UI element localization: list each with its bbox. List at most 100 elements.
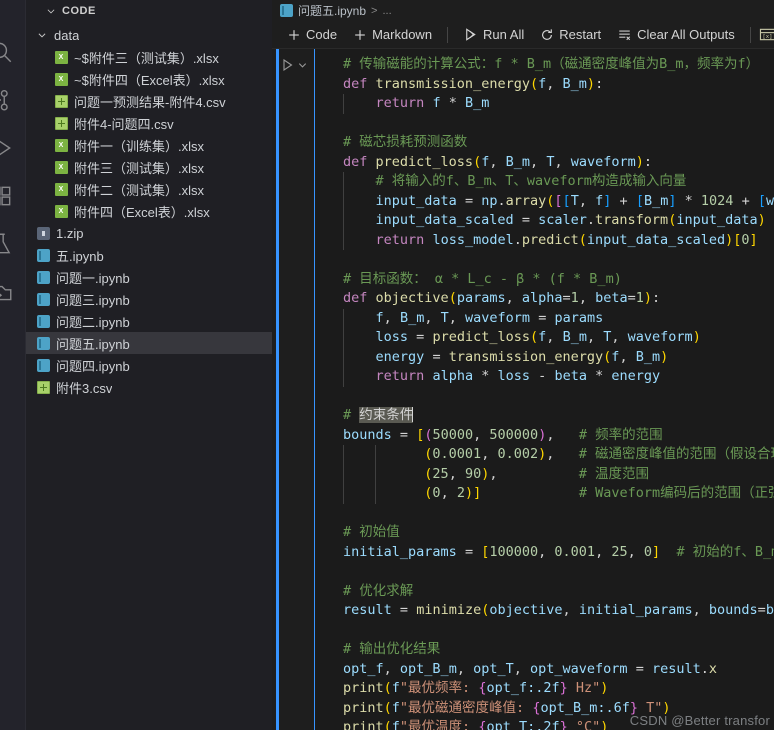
code-line: # 目标函数： α * L_c - β * (f * B_m): [343, 270, 622, 287]
nb-file-icon: [36, 314, 50, 328]
code-line: # 初始值: [343, 524, 400, 541]
tree-file-item[interactable]: 问题五.ipynb: [26, 332, 272, 354]
run-all-label: Run All: [483, 27, 525, 43]
code-line: print(f"最优频率: {opt_f:.2f} Hz"): [343, 680, 609, 697]
variables-icon[interactable]: [x]: [759, 24, 774, 46]
testing-icon[interactable]: [0, 220, 26, 268]
extensions-icon[interactable]: [0, 172, 26, 220]
restart-button[interactable]: Restart: [533, 24, 608, 45]
code-line: bounds = [(50000, 500000), # 频率的范围: [343, 426, 663, 443]
tree-file-item[interactable]: 问题一.ipynb: [26, 266, 272, 288]
cell-editor[interactable]: # 传输磁能的计算公式：f * B_m（磁通密度峰值为B_m，频率为f）def …: [314, 49, 774, 730]
plus-icon: [355, 29, 365, 40]
tree-file-item[interactable]: 五.ipynb: [26, 244, 272, 266]
nb-file-icon: [36, 248, 50, 262]
tree-file-item[interactable]: 问题三.ipynb: [26, 288, 272, 310]
clear-all-outputs-button[interactable]: Clear All Outputs: [610, 24, 742, 45]
toolbar-divider: [749, 26, 751, 43]
breadcrumb[interactable]: 问题五.ipynb > ...: [272, 0, 774, 22]
toolbar-divider: [447, 26, 449, 43]
activity-bar: [0, 0, 26, 730]
xlsx-file-icon: X: [54, 50, 68, 64]
add-code-cell-label: Code: [306, 27, 338, 43]
chevron-down-icon[interactable]: [297, 57, 308, 73]
add-markdown-cell-button[interactable]: Markdown: [346, 24, 439, 45]
tree-file-label: 附件四（Excel表）.xlsx: [74, 204, 210, 220]
tree-file-label: 问题一.ipynb: [56, 270, 130, 286]
tree-file-label: 问题二.ipynb: [56, 314, 130, 330]
run-all-icon: [466, 28, 476, 41]
tree-file-label: 问题一预测结果-附件4.csv: [74, 94, 226, 110]
code-line: input_data = np.array([[T, f] + [B_m] * …: [315, 191, 774, 212]
tree-folder-data[interactable]: data: [26, 24, 272, 46]
tree-file-item[interactable]: X 附件三（测试集）.xlsx: [26, 156, 272, 178]
tree-file-item[interactable]: X 附件四（Excel表）.xlsx: [26, 200, 272, 222]
code-line: energy = transmission_energy(f, B_m): [315, 347, 774, 368]
tree-file-label: 问题四.ipynb: [56, 358, 130, 374]
tree-file-item[interactable]: X 附件二（测试集）.xlsx: [26, 178, 272, 200]
tree-file-item[interactable]: X ~$附件三（测试集）.xlsx: [26, 46, 272, 68]
code-line: return f * B_m: [315, 94, 774, 114]
clear-all-outputs-label: Clear All Outputs: [637, 27, 735, 43]
tree-folder-label: data: [54, 27, 80, 43]
xlsx-file-icon: X: [54, 160, 68, 174]
tree-file-item[interactable]: 问题四.ipynb: [26, 354, 272, 376]
code-content[interactable]: # 传输磁能的计算公式：f * B_m（磁通密度峰值为B_m，频率为f）def …: [315, 49, 774, 730]
nb-file-icon: [36, 358, 50, 372]
svg-text:[x]: [x]: [762, 34, 772, 40]
explorer-section-header[interactable]: CODE: [26, 0, 272, 22]
xlsx-file-icon: X: [54, 138, 68, 152]
code-line: # 优化求解: [343, 582, 414, 599]
vscode-window: CODE data X ~$附件三（测试集）.xlsx X ~$附件四（Excel表）…: [0, 0, 774, 730]
code-line: opt_f, opt_B_m, opt_T, opt_waveform = re…: [343, 660, 718, 677]
tree-file-label: 附件3.csv: [56, 380, 113, 396]
code-line: def objective(params, alpha=1, beta=1):: [343, 290, 661, 307]
notebook-icon: [280, 4, 293, 18]
code-line: (25, 90), # 温度范围: [315, 464, 774, 485]
tree-file-item[interactable]: 1.zip: [26, 222, 272, 244]
add-code-cell-button[interactable]: Code: [280, 24, 344, 45]
code-line: # 磁芯损耗预测函数: [343, 134, 468, 151]
tree-file-item[interactable]: 问题一预测结果-附件4.csv: [26, 90, 272, 112]
code-line: def transmission_energy(f, B_m):: [343, 75, 604, 92]
tree-file-item[interactable]: 附件3.csv: [26, 376, 272, 398]
tree-file-label: ~$附件三（测试集）.xlsx: [74, 50, 219, 66]
remote-explorer-icon[interactable]: [0, 268, 26, 316]
run-and-debug-icon[interactable]: [0, 124, 26, 172]
explorer-sidebar: CODE data X ~$附件三（测试集）.xlsx X ~$附件四（Excel表）…: [26, 0, 272, 730]
code-line: (0.0001, 0.002), # 磁通密度峰值的范围（假设合理: [315, 445, 774, 465]
source-control-icon[interactable]: [0, 76, 26, 124]
code-line: input_data_scaled = scaler.transform(inp…: [315, 211, 774, 231]
tree-file-item[interactable]: 问题二.ipynb: [26, 310, 272, 332]
cell-run-controls[interactable]: [279, 57, 308, 730]
code-line: return alpha * loss - beta * energy: [315, 367, 774, 387]
breadcrumb-file[interactable]: 问题五.ipynb: [298, 2, 366, 19]
csv-file-icon: [54, 116, 68, 130]
text-selection: 约束条件: [359, 407, 414, 424]
breadcrumb-ellipsis[interactable]: ...: [382, 5, 391, 17]
tree-file-item[interactable]: 附件4-问题四.csv: [26, 112, 272, 134]
explorer-title-label: CODE: [62, 5, 96, 17]
tree-file-item[interactable]: X 附件一（训练集）.xlsx: [26, 134, 272, 156]
text-cursor: [412, 407, 414, 423]
code-line: print(f"最优磁通密度峰值: {opt_B_m:.6f} T"): [343, 699, 671, 716]
csv-file-icon: [54, 94, 68, 108]
code-line: # 约束条件: [343, 407, 414, 424]
tree-file-label: 附件一（训练集）.xlsx: [74, 138, 205, 154]
code-line: result = minimize(objective, initial_par…: [343, 602, 774, 619]
code-line: loss = predict_loss(f, B_m, T, waveform): [315, 328, 774, 348]
tree-file-label: 附件二（测试集）.xlsx: [74, 182, 205, 198]
tree-file-item[interactable]: X ~$附件四（Excel表）.xlsx: [26, 68, 272, 90]
run-cell-icon[interactable]: [279, 57, 295, 73]
code-line: # 传输磁能的计算公式：f * B_m（磁通密度峰值为B_m，频率为f）: [343, 56, 760, 73]
run-all-button[interactable]: Run All: [456, 24, 531, 45]
nb-file-icon: [36, 292, 50, 306]
nb-file-icon: [36, 336, 50, 350]
notebook-toolbar: Code Markdown Run All Restart Clear All …: [272, 21, 774, 50]
code-line: return loss_model.predict(input_data_sca…: [315, 230, 774, 251]
search-icon[interactable]: [0, 28, 26, 76]
